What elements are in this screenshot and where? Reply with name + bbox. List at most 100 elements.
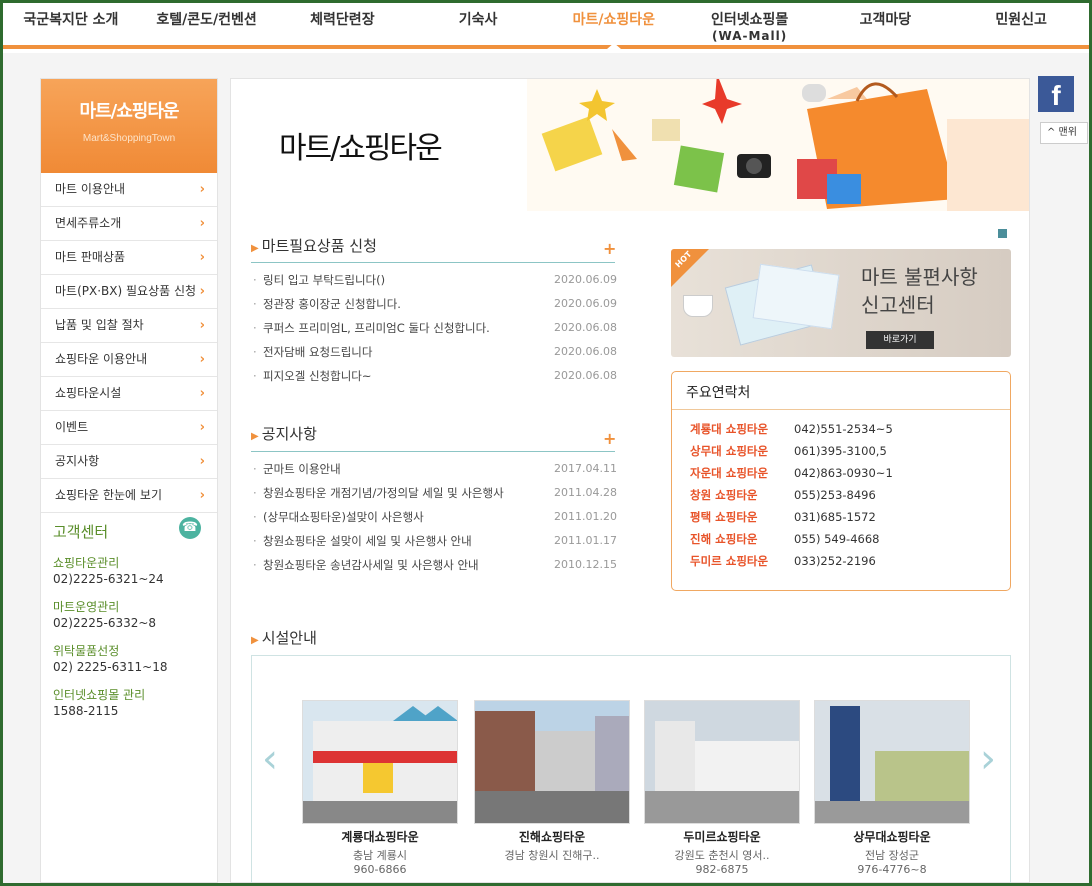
list-item-text: 쿠퍼스 프리미엄L, 프리미엄C 둘다 신청합니다.: [263, 321, 490, 335]
facility-section-title[interactable]: ▶ 시설안내: [251, 627, 317, 648]
contact-phone: 042)863-0930~1: [794, 466, 893, 480]
list-item[interactable]: (상무대쇼핑타운)설맞이 사은행사 2011.01.20: [251, 505, 617, 529]
list-item[interactable]: 군마트 이용안내 2017.04.11: [251, 457, 617, 481]
contact-phone: 033)252-2196: [794, 554, 876, 568]
chevron-right-icon: ›: [199, 420, 205, 435]
goto-button[interactable]: 바로가기: [866, 331, 934, 349]
contact-row: 계룡대 쇼핑타운 042)551-2534~5: [672, 418, 1010, 440]
list-item-text: 피지오겔 신청합니다~: [263, 369, 372, 383]
arrow-right-icon: ▶: [251, 431, 259, 442]
list-item[interactable]: 창원쇼핑타운 송년감사세일 및 사은행사 안내 2010.12.15: [251, 553, 617, 577]
list-item[interactable]: 창원쇼핑타운 설맞이 세일 및 사은행사 안내 2011.01.17: [251, 529, 617, 553]
list-item[interactable]: 피지오겔 신청합니다~ 2020.06.08: [251, 364, 617, 388]
facility-card-sangmudae[interactable]: 상무대쇼핑타운 전남 장성군 976-4776~8: [814, 700, 970, 876]
request-section-title[interactable]: ▶ 마트필요상품 신청: [251, 235, 377, 256]
sidebar-item-label: 마트(PX·BX) 필요상품 신청: [55, 284, 197, 298]
list-item[interactable]: 쿠퍼스 프리미엄L, 프리미엄C 둘다 신청합니다. 2020.06.08: [251, 316, 617, 340]
contact-name: 위탁물품선정: [53, 644, 120, 658]
sidebar-item-label: 마트 이용안내: [55, 182, 126, 196]
list-item-text: 전자담배 요청드립니다: [263, 345, 373, 359]
nav-label: 호텔/콘도/컨벤션: [156, 12, 257, 28]
facility-card-jinhae[interactable]: 진해쇼핑타운 경남 창원시 진해구..: [474, 700, 630, 863]
carousel-next-arrow-icon[interactable]: ›: [980, 736, 996, 782]
nav-label: 국군복지단 소개: [23, 12, 119, 28]
complaint-line1: 마트 불편사항: [861, 265, 978, 289]
coffee-cup-icon: [683, 295, 713, 317]
chevron-right-icon: ›: [199, 454, 205, 469]
sidebar-item-notice[interactable]: 공지사항 ›: [41, 445, 217, 479]
sidebar-item-dutyfree[interactable]: 면세주류소개 ›: [41, 207, 217, 241]
list-item-date: 2011.01.20: [554, 510, 617, 523]
sidebar-item-mart-guide[interactable]: 마트 이용안내 ›: [41, 173, 217, 207]
list-item-text: 군마트 이용안내: [263, 462, 341, 476]
nav-item-dormitory[interactable]: 기숙사: [410, 3, 546, 45]
list-item[interactable]: 창원쇼핑타운 개점기념/가정의달 세일 및 사은행사 2011.04.28: [251, 481, 617, 505]
list-item[interactable]: 링티 입고 부탁드립니다() 2020.06.09: [251, 268, 617, 292]
more-plus-icon[interactable]: +: [603, 239, 616, 258]
sidebar-item-facilities[interactable]: 쇼핑타운시설 ›: [41, 377, 217, 411]
contact-name: 상무대 쇼핑타운: [690, 444, 769, 458]
facility-card-gyeryong[interactable]: 계룡대쇼핑타운 충남 계룡시 960-6866: [302, 700, 458, 876]
phone-icon: ☎: [179, 517, 201, 539]
facility-address: 경남 창원시 진해구..: [504, 849, 600, 862]
game-controller: [802, 84, 826, 102]
chevron-right-icon: ›: [199, 488, 205, 503]
sidebar-header: 마트/쇼핑타운 Mart&ShoppingTown: [41, 79, 217, 173]
facility-card-dumir[interactable]: 두미르쇼핑타운 강원도 춘천시 영서.. 982-6875: [644, 700, 800, 876]
nav-item-hotel[interactable]: 호텔/콘도/컨벤션: [139, 3, 275, 45]
contact-name: 쇼핑타운관리: [53, 556, 120, 570]
list-item-date: 2011.04.28: [554, 486, 617, 499]
nav-item-fitness[interactable]: 체력단련장: [275, 3, 411, 45]
list-item-text: 창원쇼핑타운 설맞이 세일 및 사은행사 안내: [263, 534, 472, 548]
facility-name: 상무대쇼핑타운: [853, 830, 931, 844]
contact-row: 자운대 쇼핑타운 042)863-0930~1: [672, 462, 1010, 484]
more-plus-icon[interactable]: +: [603, 429, 616, 448]
facility-name: 진해쇼핑타운: [518, 830, 586, 844]
scroll-top-button[interactable]: ^ 맨위: [1040, 122, 1088, 144]
complaint-center-banner[interactable]: HOT 마트 불편사항 신고센터 바로가기: [671, 249, 1011, 357]
facility-carousel: ‹ › 계룡대쇼핑타운 충남 계룡시 960-6866 진해쇼핑타운 경남 창원…: [251, 655, 1011, 884]
sidebar-item-product-request[interactable]: 마트(PX·BX) 필요상품 신청 ›: [41, 275, 217, 309]
list-item[interactable]: 정관장 홍이장군 신청합니다. 2020.06.09: [251, 292, 617, 316]
facebook-icon[interactable]: f: [1038, 76, 1074, 112]
section-title-text: 시설안내: [261, 629, 317, 647]
contact-name: 두미르 쇼핑타운: [690, 554, 769, 568]
nav-item-customer[interactable]: 고객마당: [818, 3, 954, 45]
chevron-right-icon: ›: [199, 250, 205, 265]
facility-address: 강원도 춘천시 영서..: [674, 849, 770, 862]
contact-entry: 마트운영관리 02)2225-6332~8: [53, 598, 205, 630]
list-item-text: (상무대쇼핑타운)설맞이 사은행사: [263, 510, 424, 524]
facility-phone: 960-6866: [353, 863, 407, 876]
contact-phone: 055) 549-4668: [794, 532, 880, 546]
sidebar-item-products[interactable]: 마트 판매상품 ›: [41, 241, 217, 275]
notice-section-title[interactable]: ▶ 공지사항: [251, 423, 317, 444]
contact-phone: 042)551-2534~5: [794, 422, 893, 436]
facility-address: 전남 장성군: [864, 849, 920, 862]
nav-item-mart[interactable]: 마트/쇼핑타운: [546, 3, 682, 49]
contact-name: 계룡대 쇼핑타운: [690, 422, 769, 436]
nav-item-complaint[interactable]: 민원신고: [953, 3, 1089, 45]
facility-photo: [302, 700, 458, 824]
contact-row: 상무대 쇼핑타운 061)395-3100,5: [672, 440, 1010, 462]
carousel-prev-arrow-icon[interactable]: ‹: [262, 736, 278, 782]
contact-phone: 055)253-8496: [794, 488, 876, 502]
sidebar-item-event[interactable]: 이벤트 ›: [41, 411, 217, 445]
facility-address: 충남 계룡시: [352, 849, 408, 862]
contact-row: 창원 쇼핑타운 055)253-8496: [672, 484, 1010, 506]
nav-item-about[interactable]: 국군복지단 소개: [3, 3, 139, 45]
sidebar-item-label: 쇼핑타운 이용안내: [55, 352, 148, 366]
contact-phone: 1588-2115: [53, 704, 119, 718]
list-item[interactable]: 전자담배 요청드립니다 2020.06.08: [251, 340, 617, 364]
list-item-date: 2020.06.09: [554, 273, 617, 286]
divider: [251, 262, 615, 263]
nav-sublabel: (WA-Mall): [712, 29, 788, 43]
contact-name: 평택 쇼핑타운: [690, 510, 758, 524]
section-title-text: 공지사항: [261, 425, 317, 443]
list-item-text: 창원쇼핑타운 개점기념/가정의달 세일 및 사은행사: [263, 486, 504, 500]
sidebar-item-bidding[interactable]: 납품 및 입찰 절차 ›: [41, 309, 217, 343]
sidebar-item-shopping-guide[interactable]: 쇼핑타운 이용안내 ›: [41, 343, 217, 377]
nav-item-wamall[interactable]: 인터넷쇼핑몰 (WA-Mall): [682, 3, 818, 45]
chevron-right-icon: ›: [199, 386, 205, 401]
nav-label: 마트/쇼핑타운: [572, 12, 656, 28]
sidebar-item-overview[interactable]: 쇼핑타운 한눈에 보기 ›: [41, 479, 217, 513]
